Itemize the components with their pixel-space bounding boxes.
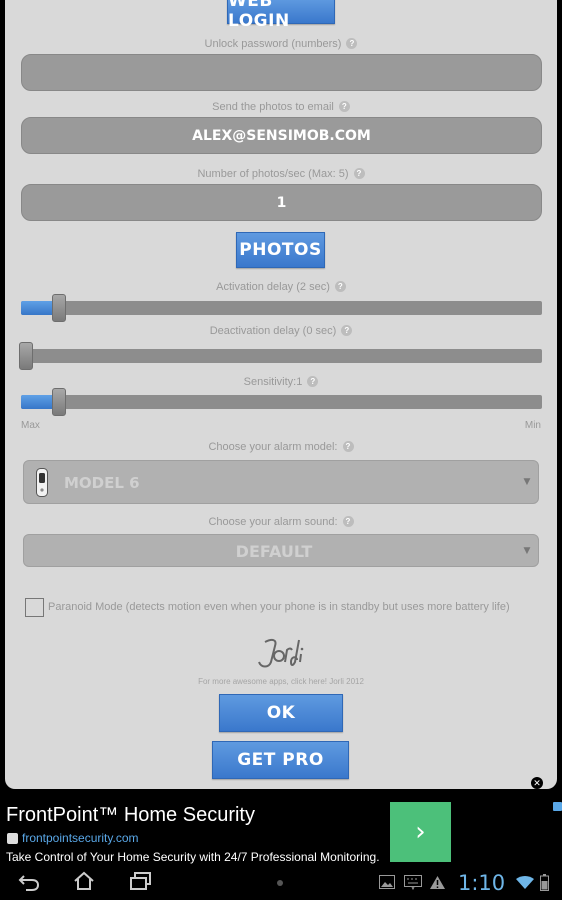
help-icon[interactable]: ? <box>346 38 358 49</box>
adchoices-icon[interactable] <box>553 802 562 811</box>
alarm-model-label: Choose your alarm model: <box>208 441 338 453</box>
email-field[interactable]: ALEX@SENSIMOB.COM <box>21 117 542 154</box>
deactivation-delay-label: Deactivation delay (0 sec) <box>209 325 337 337</box>
warning-icon <box>429 875 446 895</box>
ad-description[interactable]: Take Control of Your Home Security with … <box>6 850 380 864</box>
sensitivity-label-row: Sensitivity:1? <box>5 376 557 388</box>
help-icon[interactable]: ? <box>342 441 354 452</box>
alarm-model-value: MODEL 6 <box>64 474 140 492</box>
activation-delay-slider[interactable] <box>21 294 542 322</box>
alarm-model-select[interactable]: MODEL 6 ▼ <box>23 460 539 504</box>
slider-thumb[interactable] <box>52 388 66 416</box>
sensitivity-max-label: Max <box>21 420 40 431</box>
get-pro-button[interactable]: GET PRO <box>212 741 349 779</box>
help-icon[interactable]: ? <box>353 168 365 179</box>
deactivation-delay-slider[interactable] <box>19 342 542 370</box>
alarm-sound-label-row: Choose your alarm sound:? <box>5 516 557 528</box>
photos-per-sec-label-row: Number of photos/sec (Max: 5)? <box>5 168 557 180</box>
ad-open-button[interactable]: › <box>390 802 451 862</box>
unlock-password-label-row: Unlock password (numbers)? <box>5 38 557 50</box>
gallery-icon <box>379 875 395 894</box>
ok-button[interactable]: OK <box>219 694 343 732</box>
photos-per-sec-label: Number of photos/sec (Max: 5) <box>197 168 349 180</box>
keyboard-icon <box>404 875 422 895</box>
system-nav-bar: 1:10 <box>0 866 562 900</box>
send-email-label: Send the photos to email <box>212 101 334 113</box>
settings-panel: WEB LOGIN Unlock password (numbers)? Sen… <box>5 0 557 789</box>
photos-button[interactable]: PHOTOS <box>236 232 325 268</box>
send-email-label-row: Send the photos to email? <box>5 101 557 113</box>
chevron-down-icon: ▼ <box>523 477 531 487</box>
unlock-password-field[interactable] <box>21 54 542 91</box>
slider-thumb[interactable] <box>19 342 33 370</box>
alarm-sound-select[interactable]: DEFAULT ▼ <box>23 534 539 567</box>
menu-dot-icon[interactable] <box>277 880 283 886</box>
activation-delay-label: Activation delay (2 sec) <box>216 281 330 293</box>
link-icon <box>7 833 18 844</box>
activation-delay-label-row: Activation delay (2 sec)? <box>5 281 557 293</box>
phone-model-icon <box>36 468 48 497</box>
slider-thumb[interactable] <box>52 294 66 322</box>
credits-link[interactable]: For more awesome apps, click here! Jorli… <box>5 677 557 686</box>
chevron-down-icon: ▼ <box>523 545 531 556</box>
ad-banner[interactable]: FrontPoint™ Home Security frontpointsecu… <box>0 800 562 866</box>
sensitivity-label: Sensitivity:1 <box>243 376 303 388</box>
help-icon[interactable]: ? <box>334 281 346 292</box>
close-icon[interactable]: ✕ <box>531 777 543 789</box>
help-icon[interactable]: ? <box>341 325 353 336</box>
alarm-sound-label: Choose your alarm sound: <box>208 516 338 528</box>
clock-time: 1:10 <box>458 871 506 895</box>
help-icon[interactable]: ? <box>342 516 354 527</box>
alarm-model-label-row: Choose your alarm model:? <box>5 441 557 453</box>
ad-title[interactable]: FrontPoint™ Home Security <box>6 804 255 827</box>
alarm-sound-value: DEFAULT <box>235 542 313 561</box>
battery-icon <box>540 874 549 896</box>
home-icon[interactable] <box>73 871 95 896</box>
jordi-logo[interactable] <box>255 632 305 672</box>
help-icon[interactable]: ? <box>307 376 319 387</box>
paranoid-mode-checkbox[interactable] <box>25 598 44 617</box>
unlock-password-label: Unlock password (numbers) <box>204 38 342 50</box>
wifi-icon <box>516 875 534 895</box>
sensitivity-min-label: Min <box>524 420 541 431</box>
chevron-right-icon: › <box>415 817 426 847</box>
back-icon[interactable] <box>18 872 40 897</box>
recent-apps-icon[interactable] <box>130 872 152 895</box>
photos-per-sec-field[interactable]: 1 <box>21 184 542 221</box>
ad-url[interactable]: frontpointsecurity.com <box>22 831 139 845</box>
deactivation-delay-label-row: Deactivation delay (0 sec)? <box>5 325 557 337</box>
sensitivity-slider[interactable] <box>21 388 542 416</box>
help-icon[interactable]: ? <box>338 101 350 112</box>
paranoid-mode-row: Paranoid Mode (detects motion even when … <box>25 598 555 618</box>
web-login-button[interactable]: WEB LOGIN <box>227 0 335 31</box>
screen: WEB LOGIN Unlock password (numbers)? Sen… <box>0 0 562 900</box>
paranoid-mode-label: Paranoid Mode (detects motion even when … <box>48 601 510 613</box>
